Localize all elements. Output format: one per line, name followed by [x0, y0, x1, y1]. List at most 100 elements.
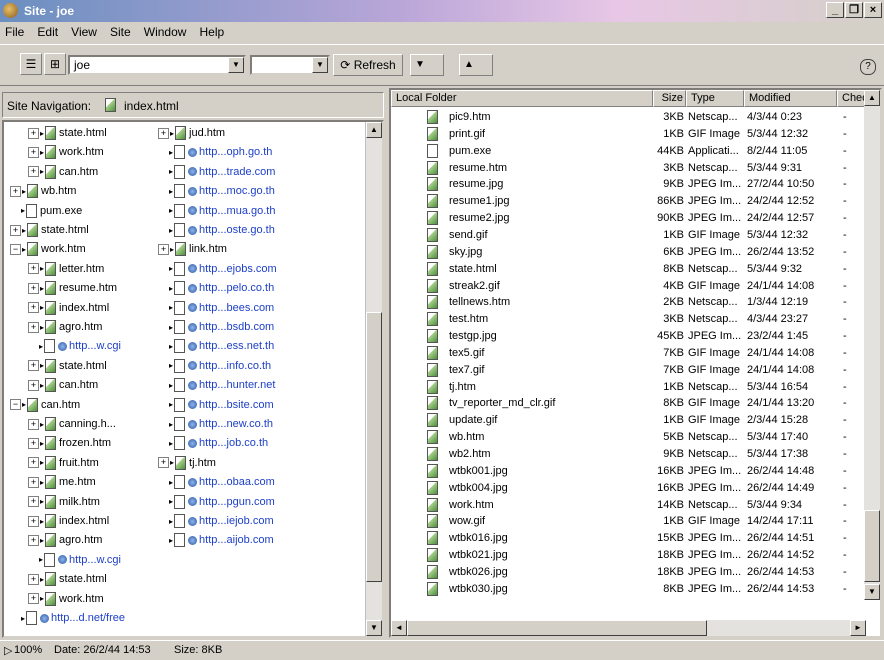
tree-node[interactable]: + ▸ work.htm [28, 591, 104, 610]
menu-site[interactable]: Site [105, 22, 136, 39]
scroll-up-button[interactable]: ▲ [864, 90, 880, 106]
file-row[interactable]: wtbk030.jpg 8KB JPEG Im... 26/2/44 14:53 - [391, 581, 866, 598]
tree-node[interactable]: + ▸ canning.h... [28, 417, 116, 435]
expand-icon[interactable]: + [28, 263, 39, 275]
tree-node[interactable]: ▸ http...info.co.th [158, 358, 271, 377]
scroll-thumb[interactable] [407, 620, 707, 636]
scroll-right-button[interactable]: ► [850, 620, 866, 636]
tree-node[interactable]: + ▸ fruit.htm [28, 455, 99, 474]
site-files-view-button[interactable]: ☰ [20, 53, 42, 75]
file-row[interactable]: state.html 8KB Netscap... 5/3/44 9:32 - [391, 261, 866, 278]
file-row[interactable]: tj.htm 1KB Netscap... 5/3/44 16:54 - [391, 379, 866, 396]
file-row[interactable]: testgp.jpg 45KB JPEG Im... 23/2/44 1:45 - [391, 328, 866, 345]
tree-node[interactable]: + ▸ agro.htm [28, 533, 102, 551]
file-row[interactable]: tex7.gif 7KB GIF Image 24/1/44 14:08 - [391, 362, 866, 379]
scroll-up-button[interactable]: ▲ [366, 122, 382, 138]
file-row[interactable]: tex5.gif 7KB GIF Image 24/1/44 14:08 - [391, 345, 866, 362]
tree-node[interactable]: + ▸ can.htm [28, 164, 98, 183]
file-row[interactable]: pum.exe 44KB Applicati... 8/2/44 11:05 - [391, 143, 866, 160]
home-page-file[interactable]: index.html [124, 99, 179, 113]
expand-icon[interactable]: + [28, 302, 39, 314]
column-header-size[interactable]: Size [653, 90, 686, 107]
tree-node[interactable]: ▸ http...pgun.com [158, 494, 275, 513]
file-row[interactable]: work.htm 14KB Netscap... 5/3/44 9:34 - [391, 497, 866, 514]
tree-node[interactable]: + ▸ link.htm [158, 242, 227, 260]
expand-icon[interactable]: + [28, 496, 39, 508]
tree-node[interactable]: ▸ http...bees.com [158, 300, 274, 319]
tree-node[interactable]: + ▸ state.html [28, 572, 107, 590]
tree-node[interactable]: + ▸ milk.htm [28, 494, 100, 513]
tree-node[interactable]: ▸ http...pelo.co.th [158, 281, 274, 299]
chevron-down-icon[interactable]: ▼ [228, 57, 244, 73]
tree-node[interactable]: + ▸ state.html [28, 126, 107, 144]
menu-view[interactable]: View [66, 22, 102, 39]
tree-node[interactable]: + ▸ wb.htm [10, 184, 76, 202]
column-header-type[interactable]: Type [686, 90, 744, 107]
expand-icon[interactable]: + [28, 127, 39, 139]
file-row[interactable]: wtbk016.jpg 15KB JPEG Im... 26/2/44 14:51 - [391, 530, 866, 547]
restore-button[interactable]: ❐ [845, 2, 863, 18]
file-row[interactable]: pic9.htm 3KB Netscap... 4/3/44 0:23 - [391, 109, 866, 126]
tree-node[interactable]: + ▸ letter.htm [28, 261, 104, 280]
tree-node[interactable]: + ▸ index.html [28, 300, 109, 319]
file-row[interactable]: resume2.jpg 90KB JPEG Im... 24/2/44 12:57 - [391, 210, 866, 227]
help-icon[interactable]: ? [860, 59, 876, 75]
tree-node[interactable]: ▸ http...oste.go.th [158, 223, 275, 241]
menu-help[interactable]: Help [195, 22, 230, 39]
tree-node[interactable]: ▸ http...aijob.com [158, 533, 274, 551]
expand-icon[interactable]: + [28, 360, 39, 372]
minimize-button[interactable]: _ [826, 2, 844, 18]
expand-icon[interactable]: + [28, 166, 39, 178]
file-row[interactable]: wb.htm 5KB Netscap... 5/3/44 17:40 - [391, 429, 866, 446]
tree-node[interactable]: ▸ http...trade.com [158, 164, 275, 183]
refresh-button[interactable]: ⟳ Refresh [333, 54, 403, 76]
file-row[interactable]: streak2.gif 4KB GIF Image 24/1/44 14:08 - [391, 278, 866, 295]
site-map-view-button[interactable]: ⊞ [44, 53, 66, 75]
tree-node[interactable]: + ▸ resume.htm [28, 281, 117, 299]
tree-node[interactable]: ▸ http...w.cgi [28, 339, 121, 357]
expand-icon[interactable]: + [28, 534, 39, 546]
tree-node[interactable]: + ▸ work.htm [28, 145, 104, 163]
tree-node[interactable]: ▸ http...moc.go.th [158, 184, 275, 202]
site-select[interactable]: joe ▼ [68, 55, 246, 75]
file-list-vertical-scrollbar[interactable]: ▲ ▼ [864, 90, 880, 600]
server-select[interactable]: ▼ [250, 55, 330, 75]
tree-node[interactable]: + ▸ state.html [28, 358, 107, 377]
tree-node[interactable]: + ▸ can.htm [28, 378, 98, 396]
scroll-left-button[interactable]: ◄ [391, 620, 407, 636]
file-row[interactable]: wb2.htm 9KB Netscap... 5/3/44 17:38 - [391, 446, 866, 463]
tree-node[interactable]: + ▸ me.htm [28, 475, 96, 493]
expand-icon[interactable]: + [28, 573, 39, 585]
tree-node[interactable]: ▸ http...ess.net.th [158, 339, 274, 357]
tree-node[interactable]: ▸ http...iejob.com [158, 514, 274, 532]
menu-edit[interactable]: Edit [32, 22, 63, 39]
tree-node[interactable]: + ▸ jud.htm [158, 126, 225, 144]
file-row[interactable]: resume.htm 3KB Netscap... 5/3/44 9:31 - [391, 160, 866, 177]
tree-node[interactable]: ▸ http...obaa.com [158, 475, 275, 493]
get-files-button[interactable]: ▼ [410, 54, 444, 76]
file-row[interactable]: wtbk001.jpg 16KB JPEG Im... 26/2/44 14:48 - [391, 463, 866, 480]
expand-icon[interactable]: + [28, 321, 39, 333]
tree-node[interactable]: − ▸ work.htm [10, 242, 86, 260]
expand-icon[interactable]: + [28, 476, 39, 488]
tree-node[interactable]: ▸ http...mua.go.th [158, 203, 275, 222]
expand-icon[interactable]: + [28, 515, 39, 527]
expand-icon[interactable]: + [28, 593, 39, 605]
tree-node[interactable]: + ▸ agro.htm [28, 320, 102, 338]
scroll-down-button[interactable]: ▼ [864, 584, 880, 600]
file-row[interactable]: wtbk026.jpg 18KB JPEG Im... 26/2/44 14:53 - [391, 564, 866, 581]
file-list-horizontal-scrollbar[interactable]: ◄ ► [391, 620, 866, 636]
scroll-thumb[interactable] [366, 312, 382, 582]
tree-node[interactable]: ▸ http...new.co.th [158, 417, 273, 435]
menu-file[interactable]: File [0, 22, 29, 39]
scroll-down-button[interactable]: ▼ [366, 620, 382, 636]
file-row[interactable]: resume.jpg 9KB JPEG Im... 27/2/44 10:50 - [391, 176, 866, 193]
tree-node[interactable]: ▸ http...d.net/free [10, 611, 125, 629]
tree-node[interactable]: ▸ http...hunter.net [158, 378, 275, 396]
tree-node[interactable]: ▸ pum.exe [10, 203, 82, 222]
file-row[interactable]: resume1.jpg 86KB JPEG Im... 24/2/44 12:52 - [391, 193, 866, 210]
put-files-button[interactable]: ▲ [459, 54, 493, 76]
expand-icon[interactable]: + [28, 146, 39, 158]
file-row[interactable]: send.gif 1KB GIF Image 5/3/44 12:32 - [391, 227, 866, 244]
tree-node[interactable]: + ▸ frozen.htm [28, 436, 111, 454]
